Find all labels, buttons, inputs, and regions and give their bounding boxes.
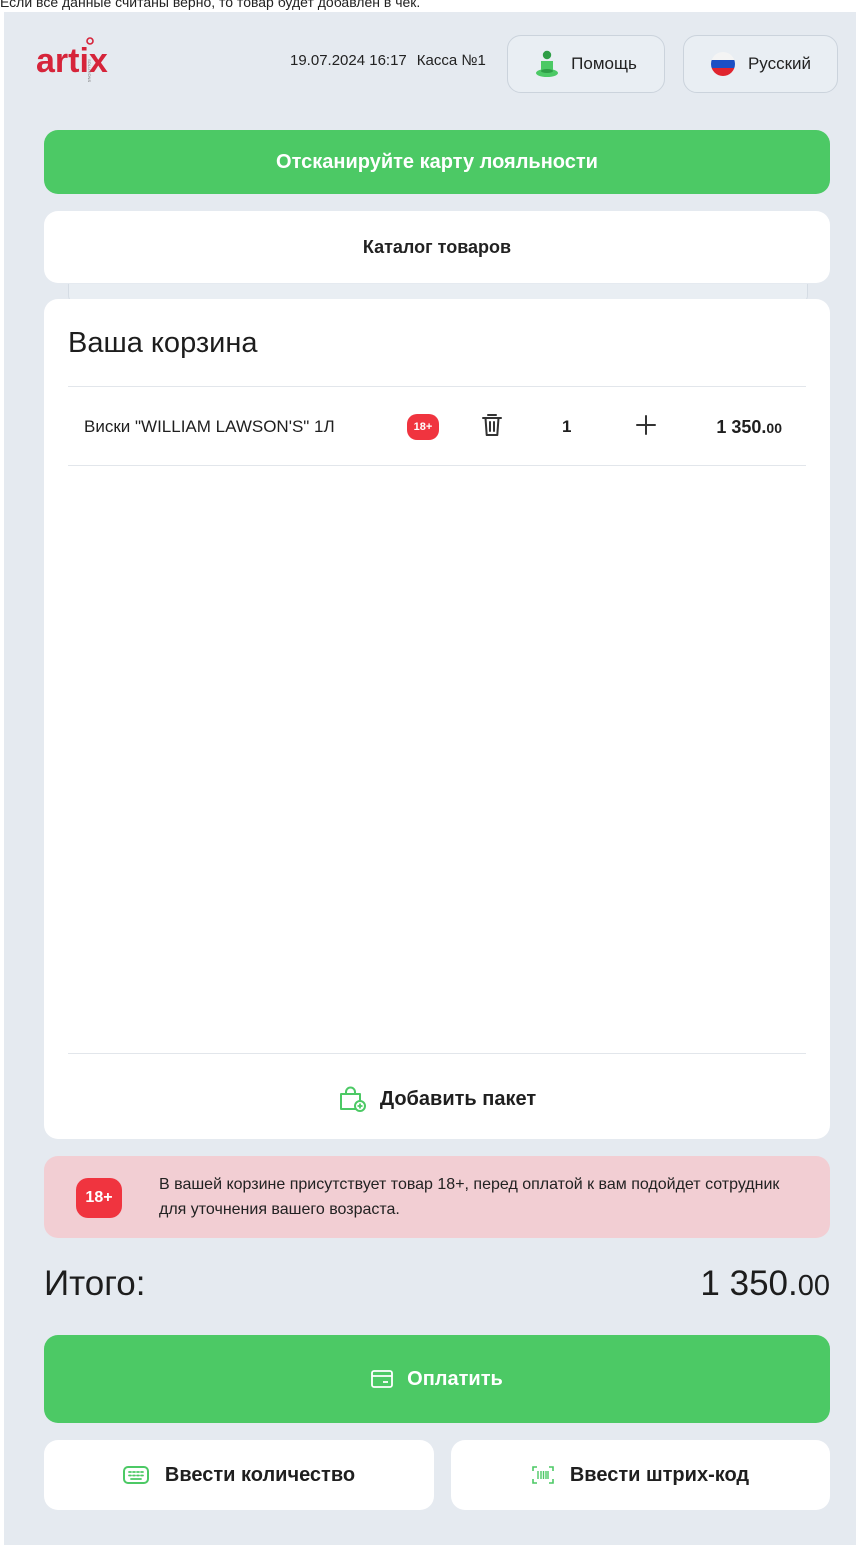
- card-icon: [371, 1370, 394, 1388]
- kiosk-screen: artix SOLUTIONS 19.07.2024 16:17 Касса №1…: [4, 12, 856, 1545]
- age-warning-badge: 18+: [76, 1178, 122, 1218]
- pay-label: Оплатить: [407, 1367, 503, 1390]
- cart-item-row[interactable]: Виски "WILLIAM LAWSON'S" 1Л 18+ 1 1 350.…: [68, 387, 806, 465]
- language-label: Русский: [747, 54, 812, 73]
- help-label: Помощь: [571, 54, 637, 73]
- age-warning-banner: 18+ В вашей корзине присутствует товар 1…: [44, 1156, 830, 1238]
- age-restriction-badge: 18+: [407, 414, 439, 440]
- enter-quantity-button[interactable]: Ввести количество: [44, 1440, 434, 1510]
- keyboard-icon: [122, 1466, 149, 1484]
- barcode-icon: [532, 1466, 554, 1484]
- total-value: 1 350.00: [700, 1264, 830, 1303]
- divider: [68, 1053, 806, 1054]
- enter-barcode-button[interactable]: Ввести штрих-код: [451, 1440, 830, 1510]
- artix-logo: artix SOLUTIONS: [36, 37, 108, 82]
- header-datetime: 19.07.2024 16:17 Касса №1: [290, 52, 486, 69]
- shopping-bag-plus-icon: [338, 1086, 366, 1112]
- cart-panel: Ваша корзина Виски "WILLIAM LAWSON'S" 1Л…: [44, 299, 830, 1139]
- person-help-icon: [535, 50, 559, 78]
- pay-button[interactable]: Оплатить: [44, 1335, 830, 1423]
- add-bag-button[interactable]: Добавить пакет: [44, 1059, 830, 1139]
- item-name: Виски "WILLIAM LAWSON'S" 1Л: [84, 417, 335, 436]
- register-label: Касса №1: [416, 52, 486, 69]
- scan-loyalty-card-button[interactable]: Отсканируйте карту лояльности: [44, 130, 830, 194]
- datetime-text: 19.07.2024 16:17: [290, 52, 407, 69]
- delete-item-icon[interactable]: [481, 412, 503, 438]
- svg-text:artix: artix: [36, 42, 108, 80]
- enter-barcode-label: Ввести штрих-код: [569, 1463, 750, 1486]
- divider: [68, 465, 806, 466]
- svg-text:SOLUTIONS: SOLUTIONS: [87, 59, 92, 82]
- add-bag-label: Добавить пакет: [379, 1087, 537, 1110]
- item-price: 1 350.00: [716, 417, 782, 437]
- language-button[interactable]: Русский: [683, 35, 838, 93]
- russia-flag-icon: [710, 51, 736, 77]
- header: artix SOLUTIONS 19.07.2024 16:17 Касса №1…: [4, 12, 856, 112]
- instruction-caption: Если все данные считаны верно, то товар …: [0, 0, 421, 10]
- cart-title: Ваша корзина: [68, 327, 258, 359]
- item-quantity: 1: [562, 417, 572, 436]
- total-label: Итого:: [44, 1264, 146, 1303]
- product-catalog-button[interactable]: Каталог товаров: [44, 211, 830, 283]
- age-warning-text: В вашей корзине присутствует товар 18+, …: [159, 1176, 780, 1218]
- help-button[interactable]: Помощь: [507, 35, 665, 93]
- enter-quantity-label: Ввести количество: [164, 1463, 356, 1486]
- increase-quantity-icon[interactable]: [635, 414, 657, 436]
